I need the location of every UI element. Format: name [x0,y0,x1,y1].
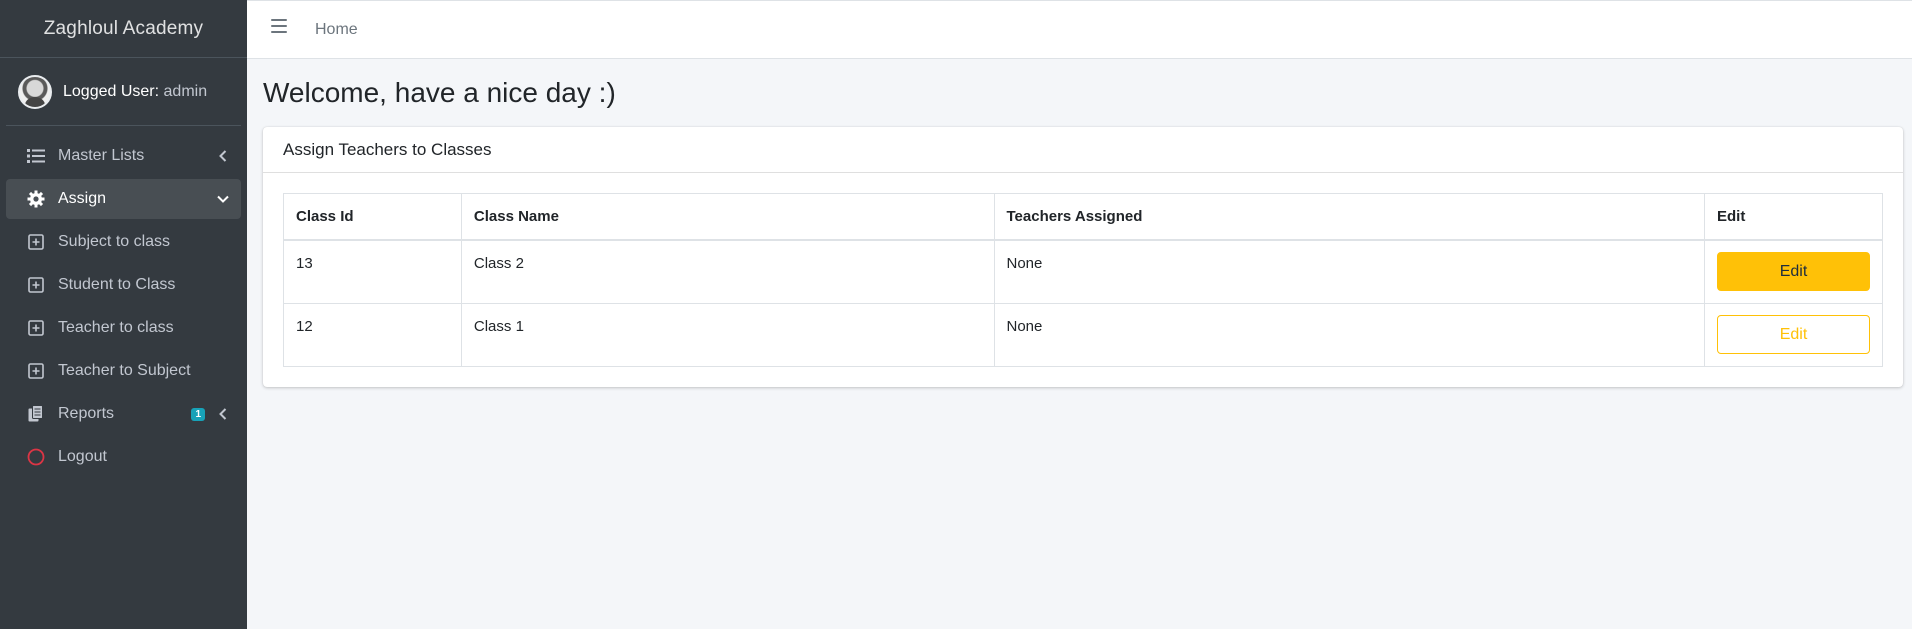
table-header-row: Class Id Class Name Teachers Assigned Ed… [283,193,1883,241]
chevron-left-icon [215,148,231,164]
copy-icon [26,404,46,424]
column-header-teachers-assigned: Teachers Assigned [993,193,1705,241]
sidebar-item-label: Teacher to class [58,319,174,336]
user-label-prefix: Logged User: [63,82,160,100]
sidebar-item-subject-to-class[interactable]: Subject to class [6,222,241,262]
nav-link-home[interactable]: Home [315,21,358,39]
user-name[interactable]: admin [164,83,208,100]
cell-class-id: 13 [283,239,462,304]
column-header-class-name: Class Name [460,193,995,241]
page-title: Welcome, have a nice day :) [263,77,616,108]
classes-table: Class Id Class Name Teachers Assigned Ed… [283,193,1883,367]
sidebar-item-label: Master Lists [58,147,145,164]
sidebar-item-teacher-to-subject[interactable]: Teacher to Subject [6,351,241,391]
cell-class-name: Class 1 [460,302,995,367]
cell-edit: Edit [1704,302,1883,367]
gear-icon [26,189,46,209]
cell-edit: Edit [1704,239,1883,304]
column-header-class-id: Class Id [283,193,462,241]
sidebar-item-label: Assign [58,190,107,207]
sidebar: Zaghloul Academy Logged User: admin Mast… [0,0,247,629]
sidebar-item-logout[interactable]: Logout [6,437,241,477]
sidebar-item-label: Logout [58,448,107,465]
cell-teachers-assigned: None [993,302,1705,367]
sidebar-item-label: Student to Class [58,276,176,293]
sidebar-item-master-lists[interactable]: Master Lists [6,136,241,176]
sidebar-item-teacher-to-class[interactable]: Teacher to class [6,308,241,348]
cell-class-id: 12 [283,302,462,367]
plus-square-icon [26,318,46,338]
avatar [18,74,52,109]
plus-square-icon [26,232,46,252]
chevron-down-icon [215,191,231,207]
sidebar-item-label: Teacher to Subject [58,362,191,379]
circle-icon [26,447,46,467]
sidebar-nav: Master Lists Assign Subject to class Stu… [0,126,247,477]
card-title: Assign Teachers to Classes [263,127,1903,173]
menu-toggle-icon[interactable] [271,18,287,33]
assign-teachers-card: Assign Teachers to Classes Class Id Clas… [263,127,1903,387]
top-navbar: Home [247,0,1912,59]
brand-link[interactable]: Zaghloul Academy [0,0,247,58]
reports-count-badge: 1 [191,407,205,421]
edit-button[interactable]: Edit [1717,252,1870,291]
edit-button[interactable]: Edit [1717,314,1870,354]
sidebar-item-student-to-class[interactable]: Student to Class [6,265,241,305]
main-area: Home Welcome, have a nice day :) Assign … [247,0,1912,629]
cell-class-name: Class 2 [460,239,995,304]
column-header-edit: Edit [1704,193,1883,241]
sidebar-item-label: Subject to class [58,233,171,250]
cell-teachers-assigned: None [993,239,1705,304]
content: Welcome, have a nice day :) Assign Teach… [247,59,1912,387]
sidebar-item-reports[interactable]: Reports 1 [6,394,241,434]
user-panel: Logged User: admin [6,58,241,126]
table-row: 12 Class 1 None Edit [283,302,1883,367]
plus-square-icon [26,275,46,295]
chevron-left-icon [215,406,231,422]
list-icon [26,146,46,166]
user-label: Logged User: admin [63,83,207,101]
sidebar-item-label: Reports [58,405,115,422]
card-body: Class Id Class Name Teachers Assigned Ed… [263,173,1903,387]
table-row: 13 Class 2 None Edit [283,239,1883,304]
sidebar-item-assign[interactable]: Assign [6,179,241,219]
app: Zaghloul Academy Logged User: admin Mast… [0,0,1912,629]
plus-square-icon [26,361,46,381]
